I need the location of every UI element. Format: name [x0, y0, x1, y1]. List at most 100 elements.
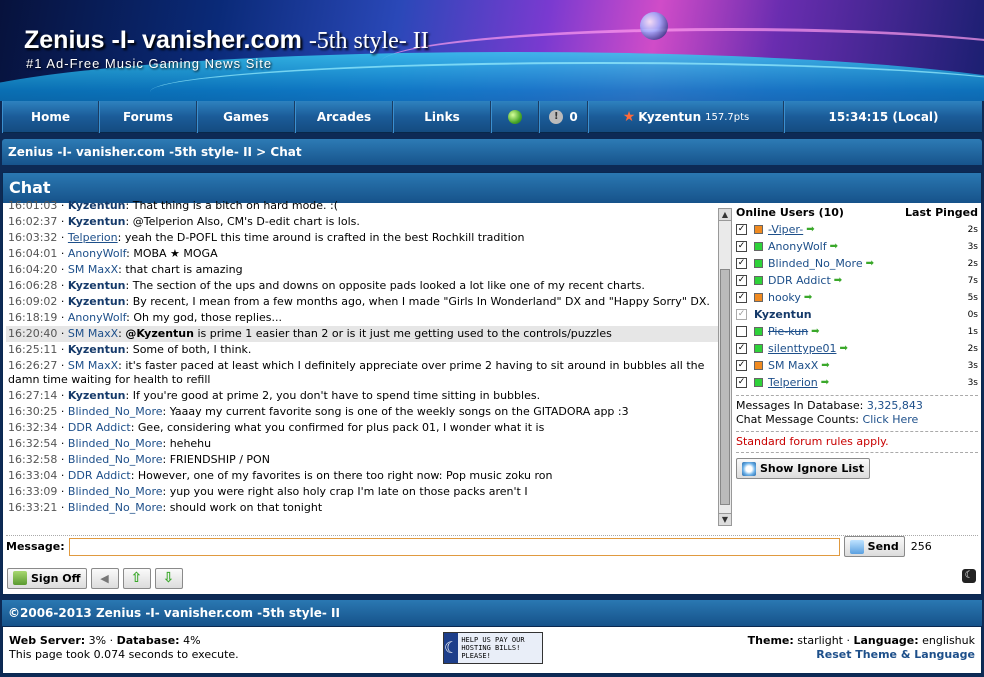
go-arrow-icon[interactable]: ➡	[804, 292, 812, 303]
online-username[interactable]: Blinded_No_More	[768, 257, 863, 270]
nav-games[interactable]: Games	[197, 101, 295, 133]
go-arrow-icon[interactable]: ➡	[834, 275, 842, 286]
counts-link[interactable]: Click Here	[863, 413, 919, 426]
message-time: 16:32:34	[8, 421, 58, 434]
message-user[interactable]: Kyzentun	[68, 199, 126, 212]
counts-label: Chat Message Counts:	[736, 413, 860, 426]
message-user[interactable]: DDR Addict	[68, 469, 131, 482]
chat-log[interactable]: 16:01:03 · Kyzentun: That thing is a bit…	[6, 198, 718, 518]
online-username[interactable]: Telperion	[768, 376, 818, 389]
online-username[interactable]: SM MaxX	[768, 359, 818, 372]
message-user[interactable]: Blinded_No_More	[68, 453, 163, 466]
chat-scrollbar[interactable]: ▲ ▼	[718, 208, 732, 526]
forum-rules-link[interactable]: Standard forum rules apply.	[736, 435, 978, 448]
message-user[interactable]: Blinded_No_More	[68, 501, 163, 514]
online-username[interactable]: hooky	[768, 291, 801, 304]
reset-theme-link[interactable]: Reset Theme & Language	[816, 648, 975, 661]
chat-message: 16:32:34 · DDR Addict: Gee, considering …	[8, 421, 545, 434]
go-arrow-icon[interactable]: ➡	[811, 326, 819, 337]
message-user[interactable]: SM MaxX	[68, 327, 118, 340]
ignore-checkbox[interactable]: ✓	[736, 275, 747, 286]
scroll-thumb[interactable]	[720, 269, 730, 505]
status-icon	[754, 378, 763, 387]
ignore-checkbox[interactable]: ✓	[736, 377, 747, 388]
go-arrow-icon[interactable]: ➡	[830, 241, 838, 252]
theme-value: starlight	[797, 634, 843, 647]
message-label: Message:	[6, 540, 65, 553]
go-arrow-icon[interactable]: ➡	[806, 224, 814, 235]
chat-message: 16:32:54 · Blinded_No_More: hehehu	[8, 437, 212, 450]
message-text: Oh my god, those replies...	[133, 311, 283, 324]
online-user-row: ✓ DDR Addict ➡ 7s	[736, 272, 978, 289]
online-username[interactable]: silenttype01	[768, 342, 836, 355]
ignore-checkbox[interactable]: ✓	[736, 241, 747, 252]
message-user[interactable]: Kyzentun	[68, 215, 126, 228]
ignore-checkbox[interactable]: ✓	[736, 224, 747, 235]
online-username[interactable]: Pie-kun	[768, 325, 808, 338]
nav-username: Kyzentun	[638, 110, 702, 124]
go-arrow-icon[interactable]: ➡	[821, 377, 829, 388]
nav-user[interactable]: ★ Kyzentun 157.7pts	[588, 101, 784, 133]
online-username[interactable]: Kyzentun	[754, 308, 812, 321]
message-user[interactable]: Blinded_No_More	[68, 485, 163, 498]
scroll-down-icon[interactable]: ▼	[719, 513, 731, 525]
show-ignore-list-button[interactable]: Show Ignore List	[736, 458, 870, 479]
go-arrow-icon[interactable]: ➡	[839, 343, 847, 354]
scroll-up-icon[interactable]: ▲	[719, 209, 731, 221]
message-mention: @Kyzentun	[125, 327, 194, 340]
nav-links[interactable]: Links	[393, 101, 491, 133]
status-icon	[754, 293, 763, 302]
online-username[interactable]: AnonyWolf	[768, 240, 827, 253]
message-user[interactable]: Blinded_No_More	[68, 437, 163, 450]
chat-panel: Chat 16:01:03 · Kyzentun: That thing is …	[2, 172, 982, 595]
donate-text: HELP US PAY OUR HOSTING BILLS! PLEASE!	[461, 636, 525, 660]
ignore-checkbox[interactable]: ✓	[736, 343, 747, 354]
nav-globe[interactable]	[491, 101, 539, 133]
message-user[interactable]: AnonyWolf	[68, 311, 126, 324]
online-username[interactable]: -Viper-	[768, 223, 803, 236]
site-title[interactable]: Zenius -I- vanisher.com -5th style- II	[24, 26, 429, 55]
chat-message: 16:04:20 · SM MaxX: that chart is amazin…	[8, 263, 243, 276]
breadcrumb[interactable]: Zenius -I- vanisher.com -5th style- II >…	[2, 139, 982, 165]
last-pinged: 7s	[967, 275, 978, 286]
go-arrow-icon[interactable]: ➡	[821, 360, 829, 371]
chat-message: 16:26:27 · SM MaxX: it's faster paced at…	[8, 359, 705, 386]
message-user[interactable]: Blinded_No_More	[68, 405, 163, 418]
donate-banner[interactable]: ☾ HELP US PAY OUR HOSTING BILLS! PLEASE!	[443, 632, 543, 664]
message-user[interactable]: DDR Addict	[68, 517, 131, 518]
nav-alerts[interactable]: ! 0	[539, 101, 588, 133]
message-user[interactable]: Kyzentun	[68, 389, 126, 402]
message-user[interactable]: SM MaxX	[68, 263, 118, 276]
message-user[interactable]: DDR Addict	[68, 421, 131, 434]
go-arrow-icon[interactable]: ➡	[866, 258, 874, 269]
ignore-checkbox[interactable]: ✓	[736, 309, 747, 320]
sign-off-button[interactable]: Sign Off	[7, 567, 87, 589]
database-label: Database:	[116, 634, 180, 647]
online-username[interactable]: DDR Addict	[768, 274, 831, 287]
sound-toggle-button[interactable]: ◀	[90, 567, 119, 589]
globe-icon	[508, 110, 522, 124]
scroll-down-button[interactable]: ⇩	[154, 567, 183, 589]
message-user[interactable]: AnonyWolf	[68, 247, 126, 260]
message-user[interactable]: Telperion	[68, 231, 118, 244]
message-user[interactable]: Kyzentun	[68, 295, 126, 308]
ignore-checkbox[interactable]: ✓	[736, 258, 747, 269]
message-text: Some of both, I think.	[132, 343, 252, 356]
message-user[interactable]: Kyzentun	[68, 279, 126, 292]
ignore-checkbox[interactable]	[736, 326, 747, 337]
message-user[interactable]: Kyzentun	[68, 343, 126, 356]
moon-logo-icon: ☾	[444, 633, 459, 663]
chat-message: 16:25:11 · Kyzentun: Some of both, I thi…	[8, 343, 252, 356]
ignore-checkbox[interactable]: ✓	[736, 292, 747, 303]
nav-arcades[interactable]: Arcades	[295, 101, 393, 133]
message-time: 16:33:04	[8, 469, 58, 482]
nav-clock: 15:34:15 (Local)	[784, 101, 982, 133]
moon-icon[interactable]: ☾	[962, 569, 976, 583]
ignore-checkbox[interactable]: ✓	[736, 360, 747, 371]
send-button[interactable]: Send	[843, 536, 905, 557]
scroll-up-button[interactable]: ⇧	[122, 567, 151, 589]
nav-home[interactable]: Home	[2, 101, 99, 133]
message-input[interactable]	[68, 537, 840, 556]
nav-forums[interactable]: Forums	[99, 101, 197, 133]
message-user[interactable]: SM MaxX	[68, 359, 118, 372]
